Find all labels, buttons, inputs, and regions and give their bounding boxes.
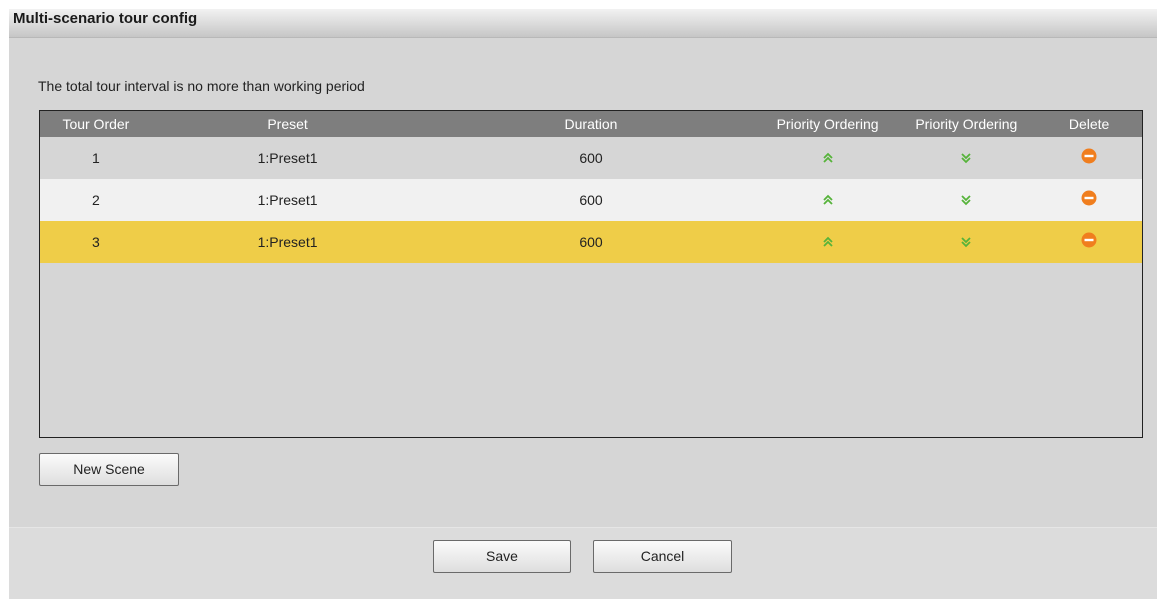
table-row[interactable]: 2 1:Preset1 600 — [40, 179, 1142, 221]
duration-cell[interactable]: 600 — [423, 221, 758, 263]
interval-note: The total tour interval is no more than … — [38, 78, 365, 94]
double-chevron-up-icon[interactable] — [822, 222, 834, 264]
cancel-button[interactable]: Cancel — [593, 540, 732, 573]
double-chevron-up-icon[interactable] — [822, 138, 834, 180]
double-chevron-up-icon[interactable] — [822, 180, 834, 222]
minus-circle-icon[interactable] — [1081, 180, 1097, 222]
column-header-delete: Delete — [1068, 116, 1110, 132]
duration-cell[interactable]: 600 — [423, 137, 758, 179]
preset-cell[interactable]: 1:Preset1 — [152, 137, 424, 179]
minus-circle-icon[interactable] — [1081, 222, 1097, 264]
tour-order-cell: 2 — [92, 192, 100, 208]
column-header-duration: Duration — [564, 116, 618, 132]
duration-cell[interactable]: 600 — [423, 179, 758, 221]
tour-order-cell: 3 — [92, 234, 100, 250]
dialog-footer: Save Cancel — [9, 527, 1157, 599]
new-scene-button[interactable]: New Scene — [39, 453, 179, 486]
table-row[interactable]: 1 1:Preset1 600 — [40, 137, 1142, 179]
tour-order-cell: 1 — [92, 150, 100, 166]
save-button[interactable]: Save — [433, 540, 571, 573]
tour-config-dialog: Multi-scenario tour config The total tou… — [9, 9, 1157, 599]
tour-table: Tour Order Preset Duration Priority Orde… — [39, 110, 1143, 438]
dialog-title: Multi-scenario tour config — [9, 9, 1157, 38]
preset-cell[interactable]: 1:Preset1 — [152, 179, 424, 221]
table-header: Tour Order Preset Duration Priority Orde… — [40, 111, 1142, 137]
double-chevron-down-icon[interactable] — [960, 138, 972, 180]
column-header-tour-order: Tour Order — [62, 116, 130, 132]
double-chevron-down-icon[interactable] — [960, 222, 972, 264]
table-row-selected[interactable]: 3 1:Preset1 600 — [40, 221, 1142, 263]
double-chevron-down-icon[interactable] — [960, 180, 972, 222]
column-header-priority-up: Priority Ordering — [776, 116, 879, 132]
column-header-preset: Preset — [267, 116, 308, 132]
column-header-priority-down: Priority Ordering — [915, 116, 1018, 132]
preset-cell[interactable]: 1:Preset1 — [152, 221, 424, 263]
minus-circle-icon[interactable] — [1081, 138, 1097, 180]
